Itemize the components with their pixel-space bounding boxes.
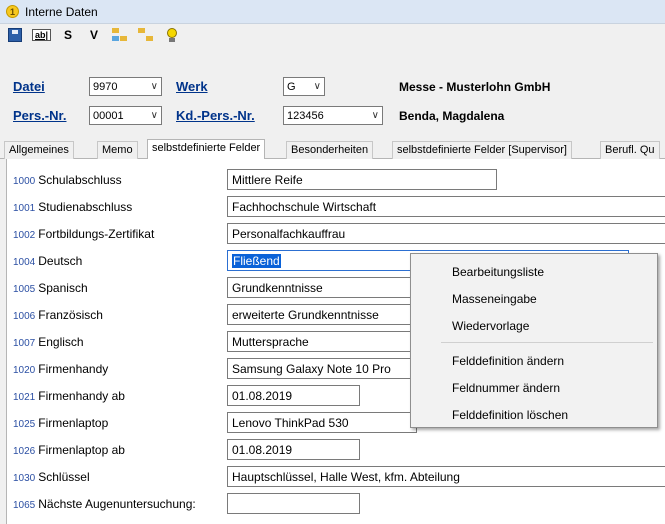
- kdpers-value: 123456: [287, 109, 324, 122]
- menu-item-feldnummer-aendern[interactable]: Feldnummer ändern: [452, 381, 560, 395]
- tab-berufl-qu[interactable]: Berufl. Qu: [600, 141, 660, 159]
- tree-button[interactable]: [111, 26, 129, 44]
- field-text-button[interactable]: ab|: [32, 26, 52, 44]
- save-button[interactable]: [6, 26, 24, 44]
- chevron-down-icon: ∨: [150, 81, 158, 92]
- window-title: Interne Daten: [25, 4, 98, 19]
- employee-name: Benda, Magdalena: [399, 109, 505, 123]
- menu-item-wiedervorlage[interactable]: Wiedervorlage: [452, 319, 529, 333]
- tab-memo[interactable]: Memo: [97, 141, 138, 159]
- s-button[interactable]: S: [59, 26, 77, 44]
- company-name: Messe - Musterlohn GmbH: [399, 80, 551, 94]
- field-label: 1065 Nächste Augenuntersuchung:: [13, 497, 196, 511]
- field-label: 1000 Schulabschluss: [13, 173, 122, 187]
- field-input[interactable]: [227, 493, 360, 514]
- chevron-down-icon: ∨: [371, 110, 379, 121]
- title-bar: 1 Interne Daten: [0, 0, 665, 24]
- kdpers-label: Kd.-Pers.-Nr.: [176, 108, 255, 123]
- table-row: 1026 Firmenlaptop ab 01.08.2019: [7, 437, 665, 463]
- kdpers-combo[interactable]: 123456 ∨: [283, 106, 383, 125]
- tab-besonderheiten[interactable]: Besonderheiten: [286, 141, 374, 159]
- field-input[interactable]: 01.08.2019: [227, 439, 360, 460]
- tab-allgemeines[interactable]: Allgemeines: [4, 141, 74, 159]
- field-label: 1004 Deutsch: [13, 254, 83, 268]
- table-row: 1030 Schlüssel Hauptschlüssel, Halle West…: [7, 464, 665, 490]
- selected-text: Fließend: [232, 254, 281, 268]
- menu-item-felddefinition-aendern[interactable]: Felddefinition ändern: [452, 354, 564, 368]
- field-input[interactable]: erweiterte Grundkenntnisse: [227, 304, 417, 325]
- field-label: 1021 Firmenhandy ab: [13, 389, 125, 403]
- persnr-label: Pers.-Nr.: [13, 108, 67, 123]
- menu-item-masseneingabe[interactable]: Masseneingabe: [452, 292, 537, 306]
- field-label: 1002 Fortbildungs-Zertifikat: [13, 227, 155, 241]
- datei-combo[interactable]: 9970 ∨: [89, 77, 162, 96]
- hierarchy-button[interactable]: [137, 26, 155, 44]
- field-input[interactable]: Muttersprache: [227, 331, 417, 352]
- tree-icon: [112, 28, 128, 42]
- menu-item-bearbeitungsliste[interactable]: Bearbeitungsliste: [452, 265, 544, 279]
- table-row: 1002 Fortbildungs-Zertifikat Personalfach…: [7, 221, 665, 247]
- toolbar: ab| S V: [0, 24, 665, 46]
- field-label: 1026 Firmenlaptop ab: [13, 443, 125, 457]
- table-row: 1000 Schulabschluss Mittlere Reife: [7, 167, 665, 193]
- table-row: 1001 Studienabschluss Fachhochschule Wirt…: [7, 194, 665, 220]
- datei-label: Datei: [13, 79, 45, 94]
- bulb-button[interactable]: [163, 26, 181, 44]
- field-label: 1025 Firmenlaptop: [13, 416, 109, 430]
- table-row: 1065 Nächste Augenuntersuchung:: [7, 491, 665, 517]
- window-badge-icon: 1: [6, 5, 19, 18]
- field-label: 1020 Firmenhandy: [13, 362, 109, 376]
- field-label: 1007 Englisch: [13, 335, 84, 349]
- menu-item-felddefinition-loeschen[interactable]: Felddefinition löschen: [452, 408, 568, 422]
- field-input[interactable]: Personalfachkauffrau: [227, 223, 665, 244]
- chevron-down-icon: ∨: [313, 81, 321, 92]
- tab-strip: Allgemeines Memo selbstdefinierte Felder…: [0, 139, 665, 159]
- werk-value: G: [287, 80, 296, 93]
- field-input[interactable]: 01.08.2019: [227, 385, 360, 406]
- context-menu: Bearbeitungsliste Masseneingabe Wiedervo…: [410, 253, 658, 428]
- field-label: 1005 Spanisch: [13, 281, 88, 295]
- field-input[interactable]: Fachhochschule Wirtschaft: [227, 196, 665, 217]
- field-input[interactable]: Mittlere Reife: [227, 169, 497, 190]
- field-label: 1001 Studienabschluss: [13, 200, 133, 214]
- field-input[interactable]: Hauptschlüssel, Halle West, kfm. Abteilu…: [227, 466, 665, 487]
- field-label: 1030 Schlüssel: [13, 470, 90, 484]
- save-icon: [8, 28, 22, 42]
- field-input[interactable]: Lenovo ThinkPad 530: [227, 412, 417, 433]
- persnr-value: 00001: [93, 109, 124, 122]
- persnr-combo[interactable]: 00001 ∨: [89, 106, 162, 125]
- field-label: 1006 Französisch: [13, 308, 103, 322]
- chevron-down-icon: ∨: [150, 110, 158, 121]
- field-input[interactable]: Samsung Galaxy Note 10 Pro: [227, 358, 417, 379]
- v-button[interactable]: V: [85, 26, 103, 44]
- tab-supervisor[interactable]: selbstdefinierte Felder [Supervisor]: [392, 141, 572, 159]
- lightbulb-icon: [166, 28, 178, 42]
- tab-selbstdefinierte-felder[interactable]: selbstdefinierte Felder: [147, 139, 266, 159]
- datei-value: 9970: [93, 80, 118, 93]
- text-field-icon: ab|: [32, 29, 52, 41]
- werk-combo[interactable]: G ∨: [283, 77, 325, 96]
- hierarchy-icon: [138, 28, 154, 42]
- menu-separator: [441, 342, 653, 343]
- field-input[interactable]: Grundkenntnisse: [227, 277, 417, 298]
- werk-label: Werk: [176, 79, 208, 94]
